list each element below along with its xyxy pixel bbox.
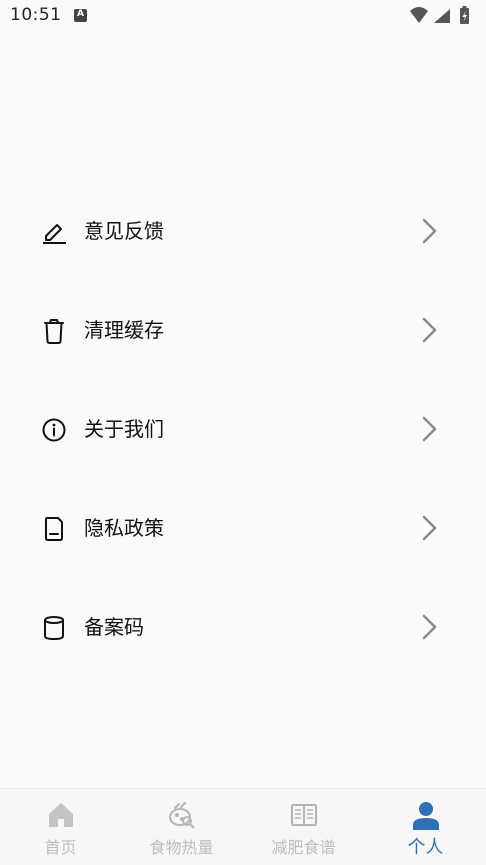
tab-label: 个人 [407, 837, 444, 858]
bottom-tab-bar: 首页 食物热量 减肥食谱 个人 [0, 788, 486, 865]
menu-item-filing-code[interactable]: 备案码 [0, 577, 486, 676]
menu-item-clear-cache[interactable]: 清理缓存 [0, 280, 486, 379]
tab-label: 减肥食谱 [271, 838, 336, 857]
tab-label: 首页 [44, 838, 77, 857]
food-calories-icon [168, 802, 195, 829]
tab-profile[interactable]: 个人 [365, 789, 486, 865]
menu-item-label: 意见反馈 [84, 219, 164, 243]
status-bar: 10:51 A [0, 0, 486, 32]
menu-item-label: 隐私政策 [84, 516, 164, 540]
status-time: 10:51 [10, 5, 62, 25]
menu-item-label: 清理缓存 [84, 318, 164, 342]
menu-item-label: 备案码 [84, 615, 144, 639]
recipe-book-icon [290, 804, 317, 826]
menu-item-privacy-policy[interactable]: 隐私政策 [0, 478, 486, 577]
menu-item-about-us[interactable]: 关于我们 [0, 379, 486, 478]
battery-icon [460, 6, 469, 24]
chevron-right-icon [422, 317, 437, 343]
tab-label: 食物热量 [149, 838, 214, 857]
document-icon [45, 517, 63, 541]
chevron-right-icon [422, 218, 437, 244]
person-icon [412, 802, 439, 830]
signal-icon [434, 9, 450, 23]
notification-a-icon: A [74, 9, 87, 22]
edit-icon [43, 224, 66, 244]
tab-diet-recipes[interactable]: 减肥食谱 [243, 789, 364, 865]
info-icon [42, 418, 66, 442]
home-icon [48, 803, 73, 827]
database-icon [44, 616, 64, 641]
tab-food-calories[interactable]: 食物热量 [121, 789, 242, 865]
wifi-icon [410, 7, 428, 23]
notification-letter: A [77, 9, 84, 19]
trash-icon [44, 319, 64, 344]
chevron-right-icon [422, 416, 437, 442]
tab-home[interactable]: 首页 [0, 789, 121, 865]
menu-item-feedback[interactable]: 意见反馈 [0, 181, 486, 280]
chevron-right-icon [422, 515, 437, 541]
status-indicators [408, 6, 480, 26]
chevron-right-icon [422, 614, 437, 640]
menu-item-label: 关于我们 [84, 417, 164, 441]
